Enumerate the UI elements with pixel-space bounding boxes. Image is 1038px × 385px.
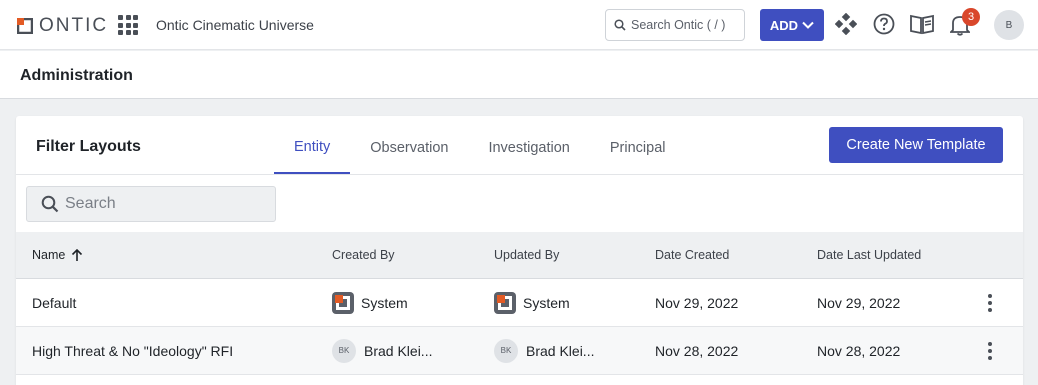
chevron-down-icon [802,21,814,29]
row-name: High Threat & No "Ideology" RFI [32,342,234,359]
notification-badge: 3 [962,8,980,26]
row-updated-by: System [494,279,570,326]
more-options-icon[interactable] [988,342,992,360]
add-button-label: ADD [769,17,799,33]
help-icon[interactable] [873,13,895,35]
column-header-updated-by[interactable]: Updated By [494,248,559,262]
row-date-updated: Nov 28, 2022 [817,342,901,359]
top-navigation-bar: ONTIC Ontic Cinematic Universe Search On… [0,0,1038,50]
add-button[interactable]: ADD [760,9,824,41]
row-created-by: BK Brad Klei... [332,327,432,374]
organization-name[interactable]: Ontic Cinematic Universe [156,17,314,33]
app-switcher-icon[interactable] [118,15,138,35]
filter-layouts-card: Filter Layouts Entity Observation Invest… [16,116,1023,385]
search-placeholder: Search [65,195,116,212]
search-icon [614,19,626,31]
column-header-created-by[interactable]: Created By [332,248,395,262]
create-new-template-button[interactable]: Create New Template [829,127,1003,163]
search-input[interactable]: Search [26,186,276,222]
user-avatar[interactable]: B [994,10,1024,40]
column-header-date-created[interactable]: Date Created [655,248,729,262]
row-date-created: Nov 29, 2022 [655,294,739,311]
ontic-logo[interactable]: ONTIC [17,15,108,37]
global-search-input[interactable]: Search Ontic ( / ) [605,9,745,41]
avatar: BK [494,338,518,363]
system-logo-icon [494,291,516,314]
row-date-created: Nov 28, 2022 [655,342,739,359]
integrations-icon[interactable] [835,13,857,35]
tab-observation[interactable]: Observation [350,116,468,174]
table-row[interactable]: Default System System Nov 29, 2022 Nov 2… [16,279,1023,327]
tab-principal[interactable]: Principal [590,116,686,174]
tab-investigation[interactable]: Investigation [468,116,589,174]
tab-entity[interactable]: Entity [274,116,351,174]
card-title: Filter Layouts [36,138,141,155]
ontic-logo-icon [17,18,33,34]
global-search-placeholder: Search Ontic ( / ) [631,18,726,32]
row-updated-by: BK Brad Klei... [494,327,594,374]
row-name: Default [32,294,77,311]
logo-text: ONTIC [39,15,109,36]
administration-header: Administration [0,51,1038,99]
avatar: BK [332,338,356,363]
table-row[interactable]: High Threat & No "Ideology" RFI BK Brad … [16,327,1023,375]
search-icon [41,195,59,213]
row-date-updated: Nov 29, 2022 [817,294,901,311]
table-header: Name Created By Updated By Date Created … [16,232,1023,279]
arrow-up-icon [72,248,83,261]
column-header-name[interactable]: Name [32,248,83,262]
column-header-date-last-updated[interactable]: Date Last Updated [817,248,921,262]
tab-bar: Entity Observation Investigation Princip… [274,116,685,174]
more-options-icon[interactable] [988,294,992,312]
page-title: Administration [20,67,133,84]
book-icon[interactable] [910,13,934,35]
system-logo-icon [332,291,354,314]
divider [16,174,1023,175]
row-created-by: System [332,279,408,326]
